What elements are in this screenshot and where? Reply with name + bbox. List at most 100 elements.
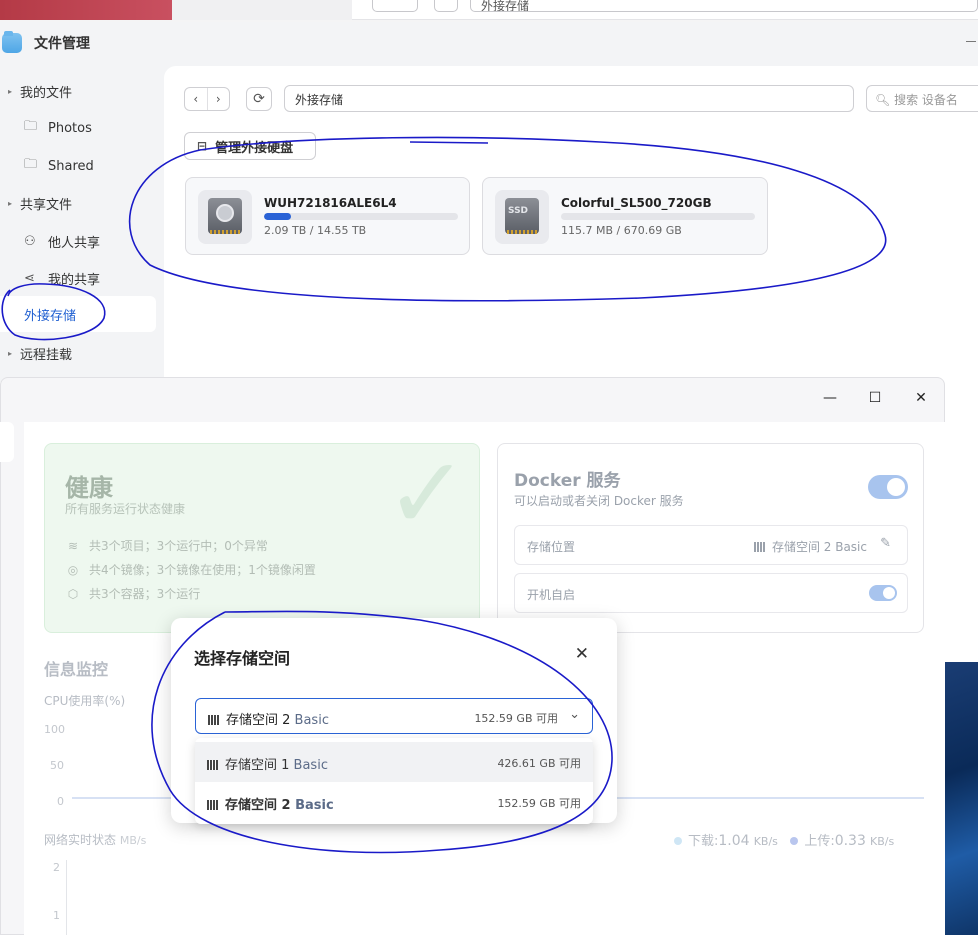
ssd-icon: SSD (495, 190, 549, 244)
upload-value: 0.33 (834, 833, 866, 849)
background-refresh-button[interactable] (434, 0, 458, 12)
caret-icon: ▸ (7, 86, 12, 96)
modal-title: 选择存储空间 (194, 649, 291, 668)
close-icon[interactable]: ✕ (575, 644, 589, 664)
drive-usage-bar (264, 213, 458, 220)
autostart-toggle[interactable] (869, 585, 897, 601)
sidebar-item-my-shares[interactable]: ⋖ 我的共享 (0, 260, 156, 296)
drive-usage-bar (561, 213, 755, 220)
summary-text: 共3个项目；3个运行中；0个异常 (89, 539, 268, 553)
containers-summary: ⬡ 共3个容器；3个运行 (65, 585, 201, 602)
storage-icon (208, 715, 219, 725)
storage-icon (207, 800, 218, 810)
caret-icon: ▸ (7, 348, 12, 358)
image-icon: ◎ (67, 563, 79, 577)
close-button[interactable]: ✕ (911, 390, 931, 406)
check-icon: ✓ (385, 443, 469, 552)
edit-icon[interactable]: ✎ (880, 536, 891, 551)
sidebar-item-shared-with-me[interactable]: ⚇ 他人共享 (0, 223, 156, 259)
health-card: ✓ 健康 所有服务运行状态健康 ≋ 共3个项目；3个运行中；0个异常 ◎ 共4个镜像… (44, 443, 480, 633)
sidebar-item-external-storage[interactable]: 外接存储 (0, 296, 156, 332)
autostart-label: 开机自启 (527, 588, 576, 602)
net-tick: 2 (53, 861, 60, 874)
upload-dot (790, 837, 799, 845)
network-chart-axis (66, 860, 67, 935)
storage-icon (207, 760, 218, 770)
sidebar-item-my-files[interactable]: ▸ 我的文件 (0, 73, 156, 109)
folder-app-icon (2, 31, 22, 53)
desktop-wallpaper (945, 662, 978, 935)
background-sidebar (172, 0, 352, 20)
background-app-thumbnail (0, 0, 172, 20)
button-label: 管理外接硬盘 (215, 140, 294, 156)
sidebar-item-remote-mount[interactable]: ▸ 远程挂载 (0, 335, 156, 371)
search-input[interactable]: 🔍︎ 搜索 设备名 (866, 85, 978, 112)
projects-summary: ≋ 共3个项目；3个运行中；0个异常 (65, 537, 268, 554)
path-bar[interactable]: 外接存储 (284, 85, 854, 112)
summary-text: 共3个容器；3个运行 (89, 587, 201, 601)
sidebar-item-label: 共享文件 (20, 197, 73, 213)
drive-name: WUH721816ALE6L4 (264, 196, 397, 210)
net-tick: 1 (53, 909, 60, 922)
download-label: 下载: (688, 834, 719, 849)
health-title: 健康 (65, 474, 113, 502)
minimize-button[interactable]: — (820, 390, 840, 406)
selected-free: 152.59 GB 可用 (474, 712, 558, 725)
option-type: Basic (295, 798, 334, 813)
network-legend: 下载:1.04 KB/s 上传:0.33 KB/s (674, 830, 894, 849)
sidebar-item-shared-files[interactable]: ▸ 共享文件 (0, 185, 156, 221)
download-unit: KB/s (753, 835, 778, 848)
sidebar-item-shared[interactable]: 🗀 Shared (0, 148, 156, 184)
refresh-button[interactable]: ⟳ (246, 87, 272, 111)
storage-option-1[interactable]: 存储空间 1 Basic 426.61 GB 可用 (195, 742, 593, 782)
health-subtitle: 所有服务运行状态健康 (65, 502, 186, 516)
select-storage-modal: 选择存储空间 ✕ 存储空间 2 Basic 152.59 GB 可用 ⌄ 存储空… (171, 618, 617, 824)
network-label-text: 网络实时状态 (44, 833, 117, 847)
sidebar-item-photos[interactable]: 🗀 Photos (0, 110, 156, 146)
autostart-row: 开机自启 (514, 573, 908, 613)
option-label: 存储空间 2 Basic (207, 794, 334, 813)
drive-usage-text: 115.7 MB / 670.69 GB (561, 224, 682, 237)
selected-name: 存储空间 2 (226, 713, 291, 728)
manage-external-disk-button[interactable]: ⊟ 管理外接硬盘 (184, 132, 316, 160)
storage-location-value: 存储空间 2 Basic (753, 538, 867, 555)
upload-unit: KB/s (870, 835, 895, 848)
option-name: 存储空间 2 (225, 798, 291, 813)
sidebar: ▸ 我的文件 🗀 Photos 🗀 Shared ▸ 共享文件 ⚇ 他人共享 ⋖… (0, 68, 162, 368)
storage-select[interactable]: 存储空间 2 Basic 152.59 GB 可用 ⌄ (195, 698, 593, 734)
chevron-down-icon: ⌄ (569, 707, 580, 722)
cpu-tick: 100 (44, 723, 65, 736)
drive-card-ssd[interactable]: SSD Colorful_SL500_720GB 115.7 MB / 670.… (482, 177, 768, 255)
storage-option-2[interactable]: 存储空间 2 Basic 152.59 GB 可用 (195, 782, 593, 822)
download-value: 1.04 (718, 833, 750, 849)
maximize-button[interactable]: ☐ (865, 390, 885, 406)
minimize-icon[interactable] (966, 41, 976, 42)
docker-service-toggle[interactable] (868, 475, 908, 499)
cpu-tick: 0 (57, 795, 64, 808)
cube-icon: ⬡ (67, 587, 79, 601)
summary-text: 共4个镜像；3个镜像在使用；1个镜像闲置 (89, 563, 316, 577)
folder-icon: 🗀 (24, 157, 38, 172)
option-type: Basic (293, 758, 328, 773)
drive-usage-text: 2.09 TB / 14.55 TB (264, 224, 367, 237)
hdd-icon (198, 190, 252, 244)
upload-label: 上传: (804, 834, 835, 849)
back-button[interactable]: ‹ (185, 88, 208, 110)
network-status-label: 网络实时状态 MB/s (44, 831, 146, 848)
background-nav-buttons[interactable] (372, 0, 418, 12)
download-dot (674, 837, 682, 845)
sidebar-item-label: 我的文件 (20, 85, 73, 101)
sidebar-item-label: 外接存储 (24, 308, 77, 324)
drive-card-hdd[interactable]: WUH721816ALE6L4 2.09 TB / 14.55 TB (185, 177, 470, 255)
option-free: 426.61 GB 可用 (497, 757, 581, 770)
images-summary: ◎ 共4个镜像；3个镜像在使用；1个镜像闲置 (65, 561, 316, 578)
forward-button[interactable]: › (208, 88, 230, 110)
caret-icon: ▸ (7, 198, 12, 208)
disk-icon: ⊟ (197, 139, 208, 153)
search-placeholder: 搜索 设备名 (894, 93, 958, 107)
selected-type: Basic (294, 713, 329, 728)
background-path-bar[interactable]: 外接存储 (470, 0, 978, 12)
search-icon: 🔍︎ (875, 93, 895, 107)
docker-service-card: Docker 服务 可以启动或者关闭 Docker 服务 存储位置 存储空间 2… (497, 443, 924, 633)
drive-name: Colorful_SL500_720GB (561, 196, 712, 210)
